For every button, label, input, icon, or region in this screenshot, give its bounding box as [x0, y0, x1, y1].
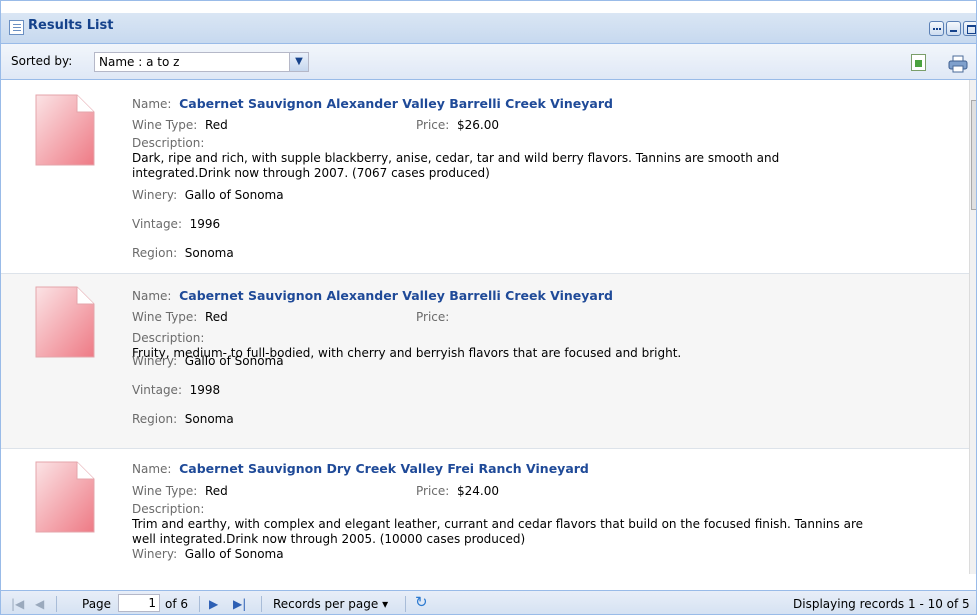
page-label: Page: [82, 597, 112, 611]
region-label: Region:: [132, 246, 178, 260]
sort-value: Name : a to z: [99, 55, 180, 69]
separator: [56, 596, 57, 612]
first-page-icon[interactable]: |◀: [11, 597, 24, 611]
results-list-window: Results List Sorted by: Name : a to z ▼ …: [0, 0, 977, 615]
price-label: Price:: [416, 310, 450, 324]
price-value: $24.00: [456, 484, 499, 498]
window-title: Results List: [28, 18, 114, 33]
document-icon: [35, 286, 95, 358]
results-list: Name: Cabernet Sauvignon Alexander Valle…: [1, 80, 969, 574]
wine-type-label: Wine Type:: [132, 484, 198, 498]
winery-label: Winery:: [132, 547, 178, 561]
page-input[interactable]: 1: [118, 594, 160, 612]
name-label: Name:: [132, 462, 172, 476]
winery-value: Gallo of Sonoma: [184, 188, 284, 202]
vintage-label: Vintage:: [132, 217, 182, 231]
winery-label: Winery:: [132, 188, 178, 202]
wine-type-value: Red: [204, 310, 228, 324]
minimize-icon[interactable]: [946, 21, 961, 36]
wine-type-value: Red: [204, 118, 228, 132]
vertical-scrollbar[interactable]: [969, 80, 976, 574]
name-label: Name:: [132, 289, 172, 303]
record-name[interactable]: Cabernet Sauvignon Dry Creek Valley Frei…: [179, 461, 589, 476]
sort-label: Sorted by:: [11, 54, 73, 68]
region-value: Sonoma: [184, 246, 234, 260]
wine-type-value: Red: [204, 484, 228, 498]
print-icon[interactable]: [947, 55, 969, 73]
top-strip: [1, 1, 976, 13]
separator: [261, 596, 262, 612]
price-label: Price:: [416, 118, 450, 132]
wine-type-label: Wine Type:: [132, 310, 198, 324]
separator: [405, 596, 406, 612]
scroll-thumb[interactable]: [971, 100, 976, 210]
list-item[interactable]: Name: Cabernet Sauvignon Dry Creek Valle…: [1, 449, 969, 574]
document-icon: [35, 461, 95, 533]
document-icon: [35, 94, 95, 166]
refresh-icon[interactable]: ↻: [415, 593, 428, 611]
pager-spacer: [1, 574, 976, 590]
vintage-label: Vintage:: [132, 383, 182, 397]
paging-toolbar: |◀ ◀ Page 1 of 6 ▶ ▶| Records per page ▾…: [1, 590, 976, 614]
next-page-icon[interactable]: ▶: [209, 597, 218, 611]
region-value: Sonoma: [184, 412, 234, 426]
title-bar: [1, 13, 976, 44]
records-per-page-label: Records per page: [273, 597, 379, 611]
record-name[interactable]: Cabernet Sauvignon Alexander Valley Barr…: [179, 96, 613, 111]
description-label: Description:: [132, 502, 205, 516]
window-options-icon[interactable]: [929, 21, 944, 36]
region-label: Region:: [132, 412, 178, 426]
winery-value: Gallo of Sonoma: [184, 354, 284, 368]
description-value: Trim and earthy, with complex and elegan…: [132, 517, 863, 546]
last-page-icon[interactable]: ▶|: [233, 597, 246, 611]
maximize-icon[interactable]: [963, 21, 976, 36]
description-label: Description:: [132, 136, 205, 150]
price-label: Price:: [416, 484, 450, 498]
vintage-value: 1996: [189, 217, 221, 231]
name-label: Name:: [132, 97, 172, 111]
vintage-value: 1998: [189, 383, 221, 397]
page-count: of 6: [165, 597, 189, 611]
winery-value: Gallo of Sonoma: [184, 547, 284, 561]
export-icon[interactable]: [911, 54, 926, 71]
wine-type-label: Wine Type:: [132, 118, 198, 132]
records-per-page-button[interactable]: Records per page ▾: [273, 597, 388, 611]
winery-label: Winery:: [132, 354, 178, 368]
separator: [199, 596, 200, 612]
sort-select[interactable]: Name : a to z ▼: [94, 52, 309, 72]
list-item[interactable]: Name: Cabernet Sauvignon Alexander Valle…: [1, 274, 969, 449]
list-item[interactable]: Name: Cabernet Sauvignon Alexander Valle…: [1, 80, 969, 274]
description-label: Description:: [132, 331, 205, 345]
price-value: $26.00: [456, 118, 499, 132]
chevron-down-icon[interactable]: ▼: [289, 53, 308, 71]
prev-page-icon[interactable]: ◀: [35, 597, 44, 611]
results-list-icon: [9, 20, 24, 35]
display-info: Displaying records 1 - 10 of 5: [793, 597, 970, 611]
description-value: Dark, ripe and rich, with supple blackbe…: [132, 151, 780, 180]
record-name[interactable]: Cabernet Sauvignon Alexander Valley Barr…: [179, 288, 613, 303]
